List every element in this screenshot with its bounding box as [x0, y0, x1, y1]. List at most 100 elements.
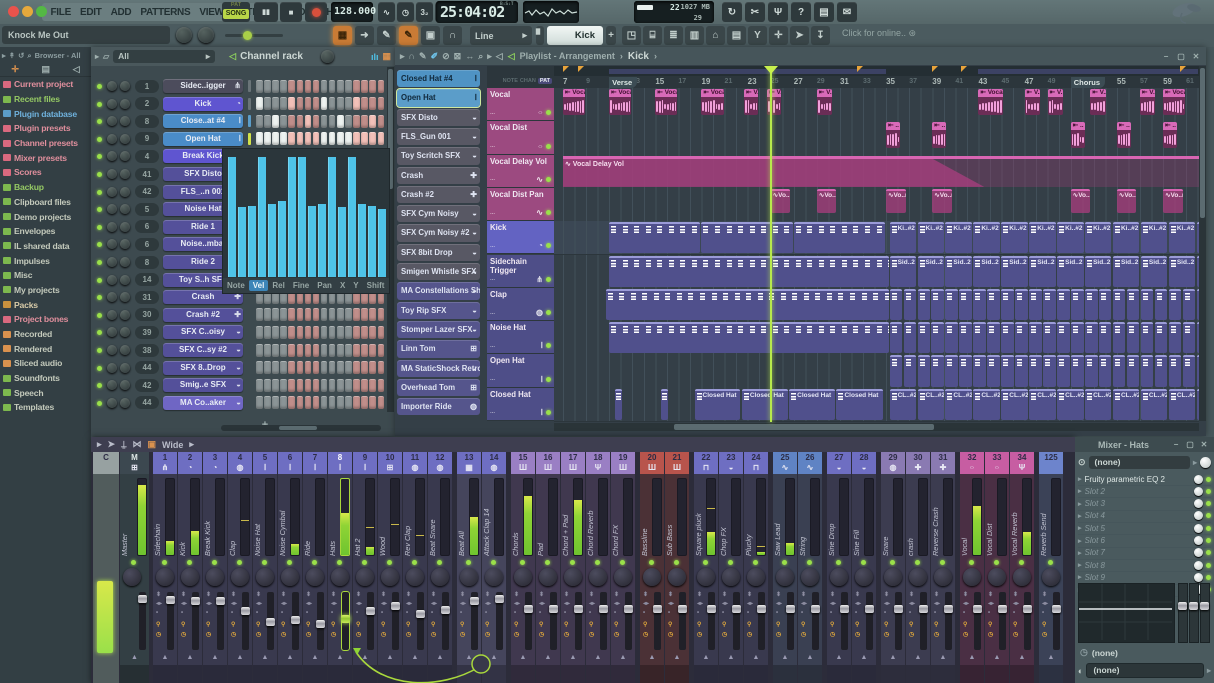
- snap-selector[interactable]: Line ▸: [470, 26, 532, 45]
- strip-led[interactable]: [649, 560, 654, 565]
- close-button[interactable]: ✕: [1199, 440, 1209, 449]
- strip-pan-knob[interactable]: [123, 568, 141, 586]
- route-arrow-icon[interactable]: ▲: [611, 654, 635, 661]
- picker-item-ma-constellations-sh-[interactable]: MA Constellations Sh.. ◒: [397, 282, 480, 300]
- step-cell[interactable]: [264, 396, 271, 410]
- clock-icon[interactable]: ◷: [181, 632, 186, 639]
- channel-pan-knob[interactable]: [107, 380, 117, 391]
- step-cell[interactable]: [256, 396, 263, 410]
- browser-view-button[interactable]: ⌂: [706, 26, 725, 45]
- mute-dot-icon[interactable]: •: [614, 610, 616, 617]
- step-cell[interactable]: [288, 325, 295, 339]
- strip-pan-knob[interactable]: [231, 568, 249, 586]
- track-options[interactable]: ...: [490, 409, 495, 415]
- track-led[interactable]: [546, 210, 551, 216]
- pattern-clip[interactable]: Sid..2: [973, 255, 1000, 287]
- input-record-clock-button[interactable]: [1200, 457, 1211, 468]
- step-cell[interactable]: [304, 97, 312, 111]
- mixer-strip-clap[interactable]: 4 ◍ Clap ⬍ ◂▸ • ⚲ ◷ ▲: [228, 452, 252, 683]
- channel-volume-knob[interactable]: [120, 116, 130, 127]
- channel-rack-hscrollbar[interactable]: [221, 425, 381, 431]
- fader-handle[interactable]: [470, 597, 479, 605]
- browser-item-packs[interactable]: Packs: [0, 297, 91, 312]
- automation-clip-big[interactable]: ∿ Vocal Delay Vol: [563, 155, 1199, 187]
- step-cell[interactable]: [296, 325, 304, 339]
- strip-led[interactable]: [753, 560, 758, 565]
- strip-pan-knob[interactable]: [884, 568, 902, 586]
- display-tab-chan[interactable]: CHAN: [520, 78, 536, 84]
- pattern-clip[interactable]: CL..#2: [1057, 388, 1084, 420]
- marker-flag-icon[interactable]: [961, 66, 968, 72]
- slot-mix-knob[interactable]: [1194, 511, 1203, 521]
- channel-button-sfx-8-drop[interactable]: SFX 8..Drop ◒: [163, 360, 243, 375]
- draw-tool[interactable]: ✎: [399, 26, 418, 45]
- pattern-clip[interactable]: [1140, 355, 1154, 387]
- channel-pan-knob[interactable]: [107, 362, 117, 373]
- strip-fader[interactable]: [653, 592, 662, 650]
- route-arrow-icon[interactable]: ▲: [353, 654, 377, 661]
- graph-tab-y[interactable]: Y: [349, 280, 362, 291]
- step-cell[interactable]: [328, 114, 336, 128]
- mixer-strip-vocal-reverb[interactable]: 34 Ψ Vocal Reverb ⬍ ◂▸ • ⚲ ◷ ▲: [1010, 452, 1034, 683]
- playlist-breadcrumb[interactable]: Kick: [628, 51, 649, 62]
- pattern-prev-button[interactable]: ▘: [536, 26, 544, 45]
- strip-fader[interactable]: [811, 592, 820, 650]
- browser-item-envelopes[interactable]: Envelopes: [0, 224, 91, 239]
- route-arrow-icon[interactable]: ▲: [798, 654, 822, 661]
- graph-tab-rel[interactable]: Rel: [268, 280, 288, 291]
- mute-dot-icon[interactable]: •: [431, 610, 433, 617]
- pattern-clip[interactable]: [609, 222, 701, 254]
- clock-icon[interactable]: ◷: [281, 632, 286, 639]
- up-icon[interactable]: ↟: [9, 51, 15, 60]
- eq-low-fader[interactable]: [1178, 583, 1188, 643]
- strip-pan-knob[interactable]: [1013, 568, 1031, 586]
- slot-enable-led[interactable]: [1206, 550, 1211, 556]
- pattern-clip[interactable]: Ki..#2: [1029, 222, 1056, 254]
- step-arrow-tool[interactable]: ➜: [355, 26, 374, 45]
- step-cell[interactable]: [264, 361, 271, 375]
- browser-item-rendered[interactable]: Rendered: [0, 341, 91, 356]
- audio-clip[interactable]: ⇤ V..l: [816, 89, 833, 115]
- route-arrow-icon[interactable]: ▲: [744, 654, 768, 661]
- step-cell[interactable]: [377, 79, 385, 93]
- strip-pan-knob[interactable]: [156, 568, 174, 586]
- pan-icon[interactable]: ◂▸: [643, 601, 649, 608]
- lamp-icon[interactable]: ⚲: [963, 622, 967, 629]
- mute-dot-icon[interactable]: •: [460, 610, 462, 617]
- step-cell[interactable]: [320, 361, 328, 375]
- pattern-clip[interactable]: Sid..2: [1085, 255, 1112, 287]
- track-options[interactable]: ...: [490, 143, 495, 149]
- stereo-sep-icon[interactable]: ⬍: [331, 592, 336, 599]
- step-cell[interactable]: [288, 396, 295, 410]
- track-lane-vocal-dist[interactable]: ⇤ .. ⇤ .. ⇤ .. ⇤ .. ⇤ ..: [554, 121, 1199, 156]
- fx-slot-5[interactable]: ▸ Slot 5: [1078, 522, 1211, 536]
- slot-mix-knob[interactable]: [1194, 548, 1203, 558]
- strip-fader[interactable]: [624, 592, 633, 650]
- clock-icon[interactable]: ◷: [256, 632, 261, 639]
- stereo-sep-icon[interactable]: ⬍: [231, 592, 236, 599]
- route-arrow-icon[interactable]: ▲: [457, 654, 481, 661]
- velocity-bar[interactable]: [368, 206, 377, 277]
- lamp-icon[interactable]: ⚲: [855, 622, 859, 629]
- strip-fader[interactable]: [441, 592, 450, 650]
- channel-button-sfx-c-sy-2[interactable]: SFX C..sy #2 ◒: [163, 343, 243, 357]
- minimize-button[interactable]: −: [1161, 52, 1171, 61]
- pattern-clip[interactable]: [1071, 288, 1084, 321]
- pattern-clip[interactable]: [959, 288, 972, 321]
- lamp-icon[interactable]: ⚲: [722, 622, 726, 629]
- strip-led[interactable]: [237, 560, 242, 565]
- strip-led[interactable]: [595, 560, 600, 565]
- playback-tool[interactable]: ▸: [487, 51, 492, 62]
- fader-handle[interactable]: [811, 604, 820, 613]
- audio-clip[interactable]: ⇤ V..l: [1047, 89, 1063, 115]
- mixer-strip-hats[interactable]: 8 Ⅰ Hats ⬍ ◂▸ • ⚲ ◷ ▲: [328, 452, 352, 683]
- step-cell[interactable]: [272, 308, 279, 322]
- mixer-strip-pad[interactable]: 16 Ш Pad ⬍ ◂▸ • ⚲ ◷ ▲: [536, 452, 560, 683]
- slot-mix-knob[interactable]: [1194, 560, 1203, 570]
- audio-clip[interactable]: ⇤ ..: [886, 122, 901, 149]
- channel-number[interactable]: 6: [135, 220, 159, 234]
- mixer-strip-current[interactable]: C: [93, 452, 119, 683]
- mute-dot-icon[interactable]: •: [539, 610, 541, 617]
- pattern-clip[interactable]: Closed Hat: [694, 388, 741, 420]
- strip-pan-knob[interactable]: [1042, 568, 1060, 586]
